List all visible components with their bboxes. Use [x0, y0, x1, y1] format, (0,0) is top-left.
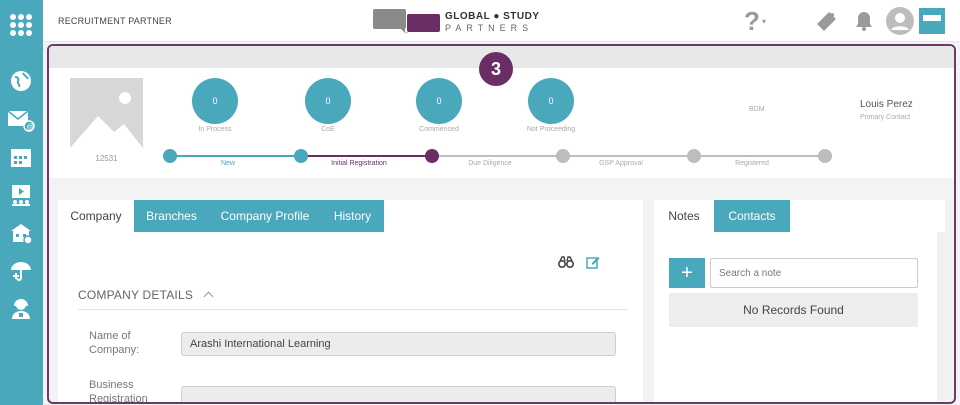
- progress-segment-current: [301, 155, 432, 157]
- presentation-icon[interactable]: [6, 182, 36, 208]
- notes-body: + No Records Found: [654, 232, 945, 402]
- stat-label-not-proceeding: Not Proceeding: [526, 126, 576, 133]
- field-label-company-name: Name of Company:: [89, 329, 139, 357]
- tab-company-profile[interactable]: Company Profile: [209, 200, 321, 232]
- stat-in-process[interactable]: 0: [192, 78, 238, 124]
- megaphone-icon[interactable]: [811, 6, 841, 36]
- support-agent-icon[interactable]: [6, 296, 36, 322]
- step-label-due-diligence: Due Diligence: [468, 160, 512, 167]
- binoculars-icon[interactable]: [558, 254, 574, 270]
- field-label-business-registration-line-2: Registration: [89, 393, 148, 404]
- calendar-icon[interactable]: [6, 144, 36, 170]
- step-label-registered: Registered: [735, 160, 769, 167]
- business-registration-field[interactable]: [181, 386, 616, 402]
- step-label-new: New: [220, 160, 235, 167]
- step-label-initial-registration: Initial Registration: [331, 160, 387, 167]
- globe-user-icon[interactable]: [6, 68, 36, 94]
- tab-branches[interactable]: Branches: [134, 200, 209, 232]
- primary-contact-name[interactable]: Louis Perez: [860, 99, 913, 110]
- portal-brand: RECRUITMENT PARTNER: [58, 16, 172, 26]
- bdm-label: BDM: [749, 106, 765, 113]
- apps-grid-icon[interactable]: [6, 12, 36, 38]
- step-dot-initial-registration: [294, 149, 308, 163]
- svg-text:@: @: [27, 124, 34, 131]
- school-building-icon[interactable]: [6, 220, 36, 246]
- stat-label-commenced: Commenced: [419, 126, 459, 133]
- edit-icon[interactable]: [585, 254, 601, 270]
- logo-line-1: GLOBAL ● STUDY: [445, 11, 540, 22]
- logo-line-2: PARTNERS: [445, 23, 534, 33]
- plus-icon: +: [681, 262, 693, 284]
- tab-contacts[interactable]: Contacts: [714, 200, 790, 232]
- step-badge: 3: [479, 52, 513, 86]
- tab-company[interactable]: Company: [58, 200, 134, 232]
- company-details-title-text: COMPANY DETAILS: [78, 288, 194, 302]
- tab-history[interactable]: History: [321, 200, 384, 232]
- progress-segment-done: [170, 155, 301, 157]
- progress-segment-pending: [432, 155, 824, 157]
- field-label-business-registration-line-1: Business: [89, 379, 134, 391]
- company-details-title[interactable]: COMPANY DETAILS: [78, 288, 214, 302]
- stat-commenced[interactable]: 0: [416, 78, 462, 124]
- stat-label-coe: CoE: [321, 126, 335, 133]
- step-dot-due-diligence: [425, 149, 439, 163]
- tab-notes[interactable]: Notes: [654, 200, 714, 232]
- search-note-input[interactable]: [710, 258, 918, 288]
- chevron-up-icon: [203, 291, 214, 302]
- mail-icon[interactable]: @: [6, 107, 36, 133]
- empty-notes-message: No Records Found: [669, 293, 918, 327]
- step-dot-new: [163, 149, 177, 163]
- primary-contact-role: Primary Contact: [860, 114, 911, 121]
- add-note-button[interactable]: +: [669, 258, 705, 288]
- step-dot-gsp-approval: [556, 149, 570, 163]
- step-dot-final: [818, 149, 832, 163]
- section-divider: [78, 309, 628, 310]
- umbrella-health-icon[interactable]: [6, 258, 36, 284]
- top-header: RECRUITMENT PARTNER GLOBAL ● STUDY PARTN…: [43, 0, 960, 42]
- user-avatar-icon[interactable]: [885, 6, 915, 36]
- step-label-gsp-approval: GSP Approval: [599, 160, 643, 167]
- help-menu-icon[interactable]: ? ▾: [735, 6, 775, 36]
- gsp-logo: GLOBAL ● STUDY PARTNERS: [371, 8, 551, 36]
- field-label-company-name-line-2: Company:: [89, 344, 140, 356]
- stat-not-proceeding[interactable]: 0: [528, 78, 574, 124]
- field-label-company-name-line-1: Name of: [89, 330, 131, 342]
- company-image-placeholder: [70, 78, 143, 148]
- company-details-body: COMPANY DETAILS Name of Company: Arashi …: [58, 232, 643, 404]
- stat-coe[interactable]: 0: [305, 78, 351, 124]
- company-name-field[interactable]: Arashi International Learning: [181, 332, 616, 356]
- notifications-bell-icon[interactable]: [851, 6, 877, 36]
- company-card: Company Branches Company Profile History…: [58, 200, 643, 404]
- company-id: 12531: [95, 154, 118, 163]
- field-label-business-registration: Business Registration: [89, 378, 148, 404]
- left-sidebar: @: [0, 0, 43, 405]
- highlight-frame: 3 12531 0 In Process 0 CoE 0 Commenced 0…: [47, 44, 956, 404]
- stat-label-in-process: In Process: [198, 126, 232, 133]
- partner-logo-icon[interactable]: [919, 6, 945, 36]
- notes-card: Notes Contacts + No Records Found: [654, 200, 945, 402]
- step-dot-registered: [687, 149, 701, 163]
